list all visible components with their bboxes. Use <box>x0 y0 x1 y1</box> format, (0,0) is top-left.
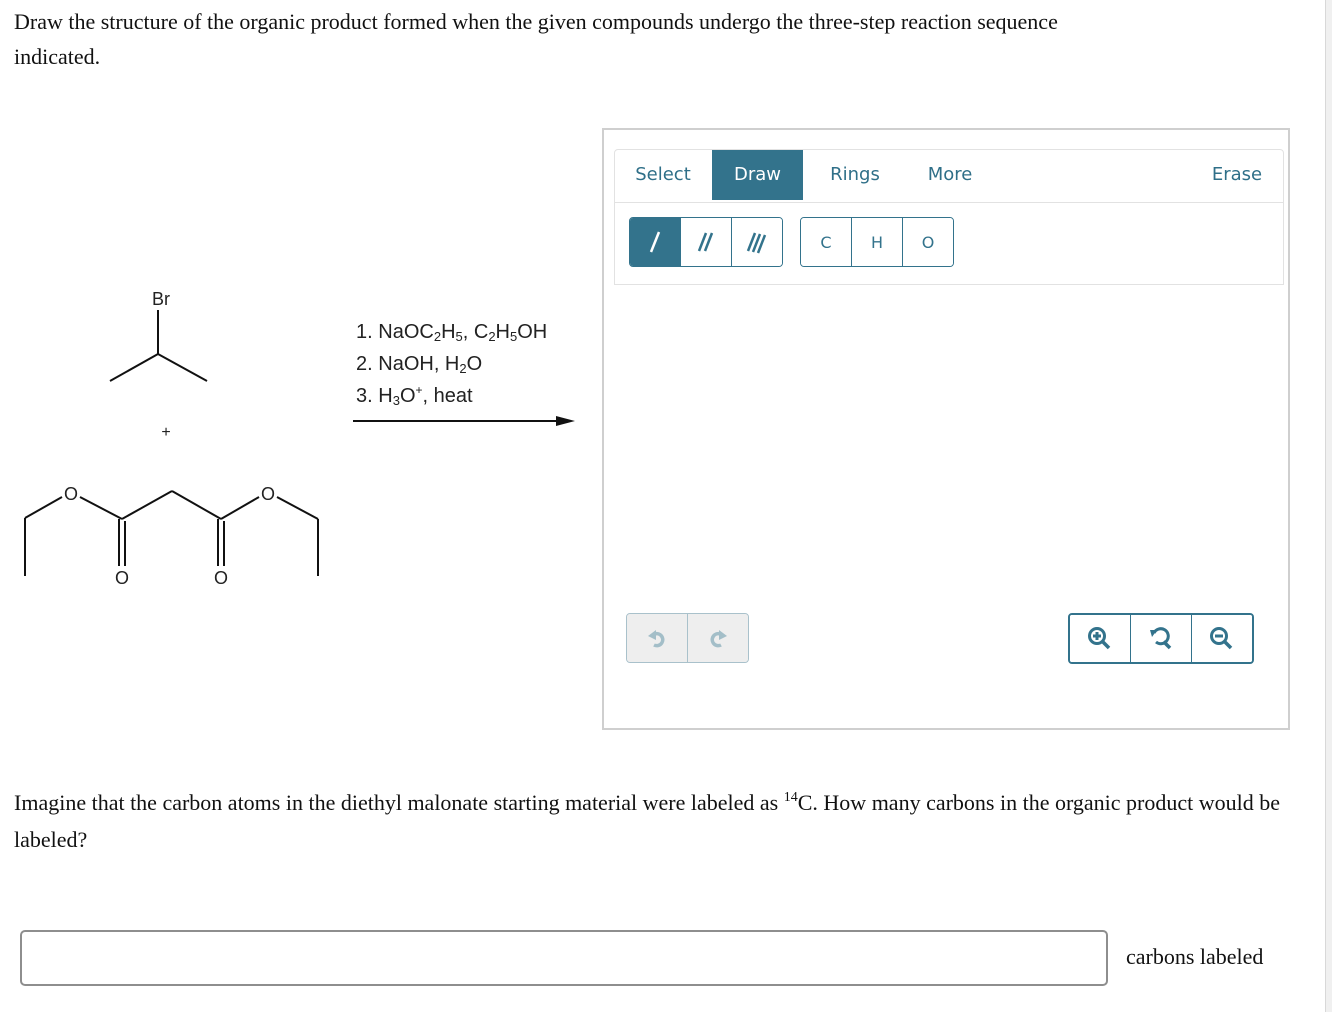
redo-icon <box>710 630 727 648</box>
ester-oxygen-label: O <box>64 484 78 504</box>
answer-input[interactable] <box>20 930 1108 986</box>
bond <box>276 496 319 520</box>
reagent-step-1: 1. NaOC2H5, C2H5OH <box>356 321 548 344</box>
tool-palette: C H O <box>614 202 1284 285</box>
reset-zoom-icon <box>1150 626 1172 649</box>
ester-oxygen-label: O <box>261 484 275 504</box>
bond <box>79 496 123 520</box>
double-bond-icon <box>697 232 714 252</box>
tab-rings[interactable]: Rings <box>815 150 895 200</box>
reagent-list: 1. NaOC2H5, C2H5OH 2. NaOH, H2O 3. H3O+, h… <box>356 316 547 412</box>
bond <box>171 490 222 520</box>
arrow-head <box>556 416 575 426</box>
drawing-canvas[interactable] <box>614 286 1282 606</box>
single-bond-icon <box>649 231 661 253</box>
atom-tools: C H O <box>800 217 954 267</box>
triple-bond-button[interactable] <box>731 218 782 266</box>
triple-bond-icon <box>746 232 767 254</box>
structure-editor[interactable]: Select Draw Rings More Erase C H O <box>602 128 1290 730</box>
reagent-step-2: 2. NaOH, H2O <box>356 353 483 376</box>
history-controls <box>626 613 749 663</box>
bond <box>157 353 208 382</box>
reagent-step-3: 3. H3O+, heat <box>356 383 473 408</box>
labeling-question: Imagine that the carbon atoms in the die… <box>14 784 1314 858</box>
double-bond-button[interactable] <box>680 218 731 266</box>
bond <box>220 496 260 520</box>
redo-button[interactable] <box>687 614 748 662</box>
zoom-out-icon <box>1210 626 1233 649</box>
bond-tools <box>629 217 783 267</box>
bond <box>121 490 173 520</box>
question-text: Imagine that the carbon atoms in the die… <box>14 790 784 815</box>
reset-zoom-button[interactable] <box>1130 615 1191 662</box>
erase-button[interactable]: Erase <box>1199 150 1275 200</box>
carbonyl-oxygen-label: O <box>115 568 129 588</box>
tab-more[interactable]: More <box>910 150 990 200</box>
question-prompt: Draw the structure of the organic produc… <box>14 9 1058 69</box>
undo-button[interactable] <box>627 614 687 662</box>
page-scrollbar[interactable] <box>1325 0 1332 1012</box>
bromine-label: Br <box>152 289 170 309</box>
undo-icon <box>648 630 665 648</box>
bond <box>109 353 159 382</box>
tab-select[interactable]: Select <box>623 150 703 200</box>
zoom-in-button[interactable] <box>1070 615 1130 662</box>
bond <box>24 496 63 519</box>
carbonyl-oxygen-label: O <box>214 568 228 588</box>
tab-draw[interactable]: Draw <box>712 150 803 200</box>
atom-o-button[interactable]: O <box>902 218 953 266</box>
single-bond-button[interactable] <box>630 218 680 266</box>
plus-sign: + <box>161 424 170 441</box>
atom-c-button[interactable]: C <box>801 218 851 266</box>
isotope-mass: 14 <box>783 790 798 805</box>
zoom-out-button[interactable] <box>1191 615 1252 662</box>
element-symbol: C <box>797 790 813 815</box>
editor-toolbar: Select Draw Rings More Erase <box>614 149 1284 203</box>
atom-h-button[interactable]: H <box>851 218 902 266</box>
answer-unit-label: carbons labeled <box>1126 944 1264 969</box>
zoom-controls <box>1068 613 1254 664</box>
zoom-in-icon <box>1088 626 1111 649</box>
